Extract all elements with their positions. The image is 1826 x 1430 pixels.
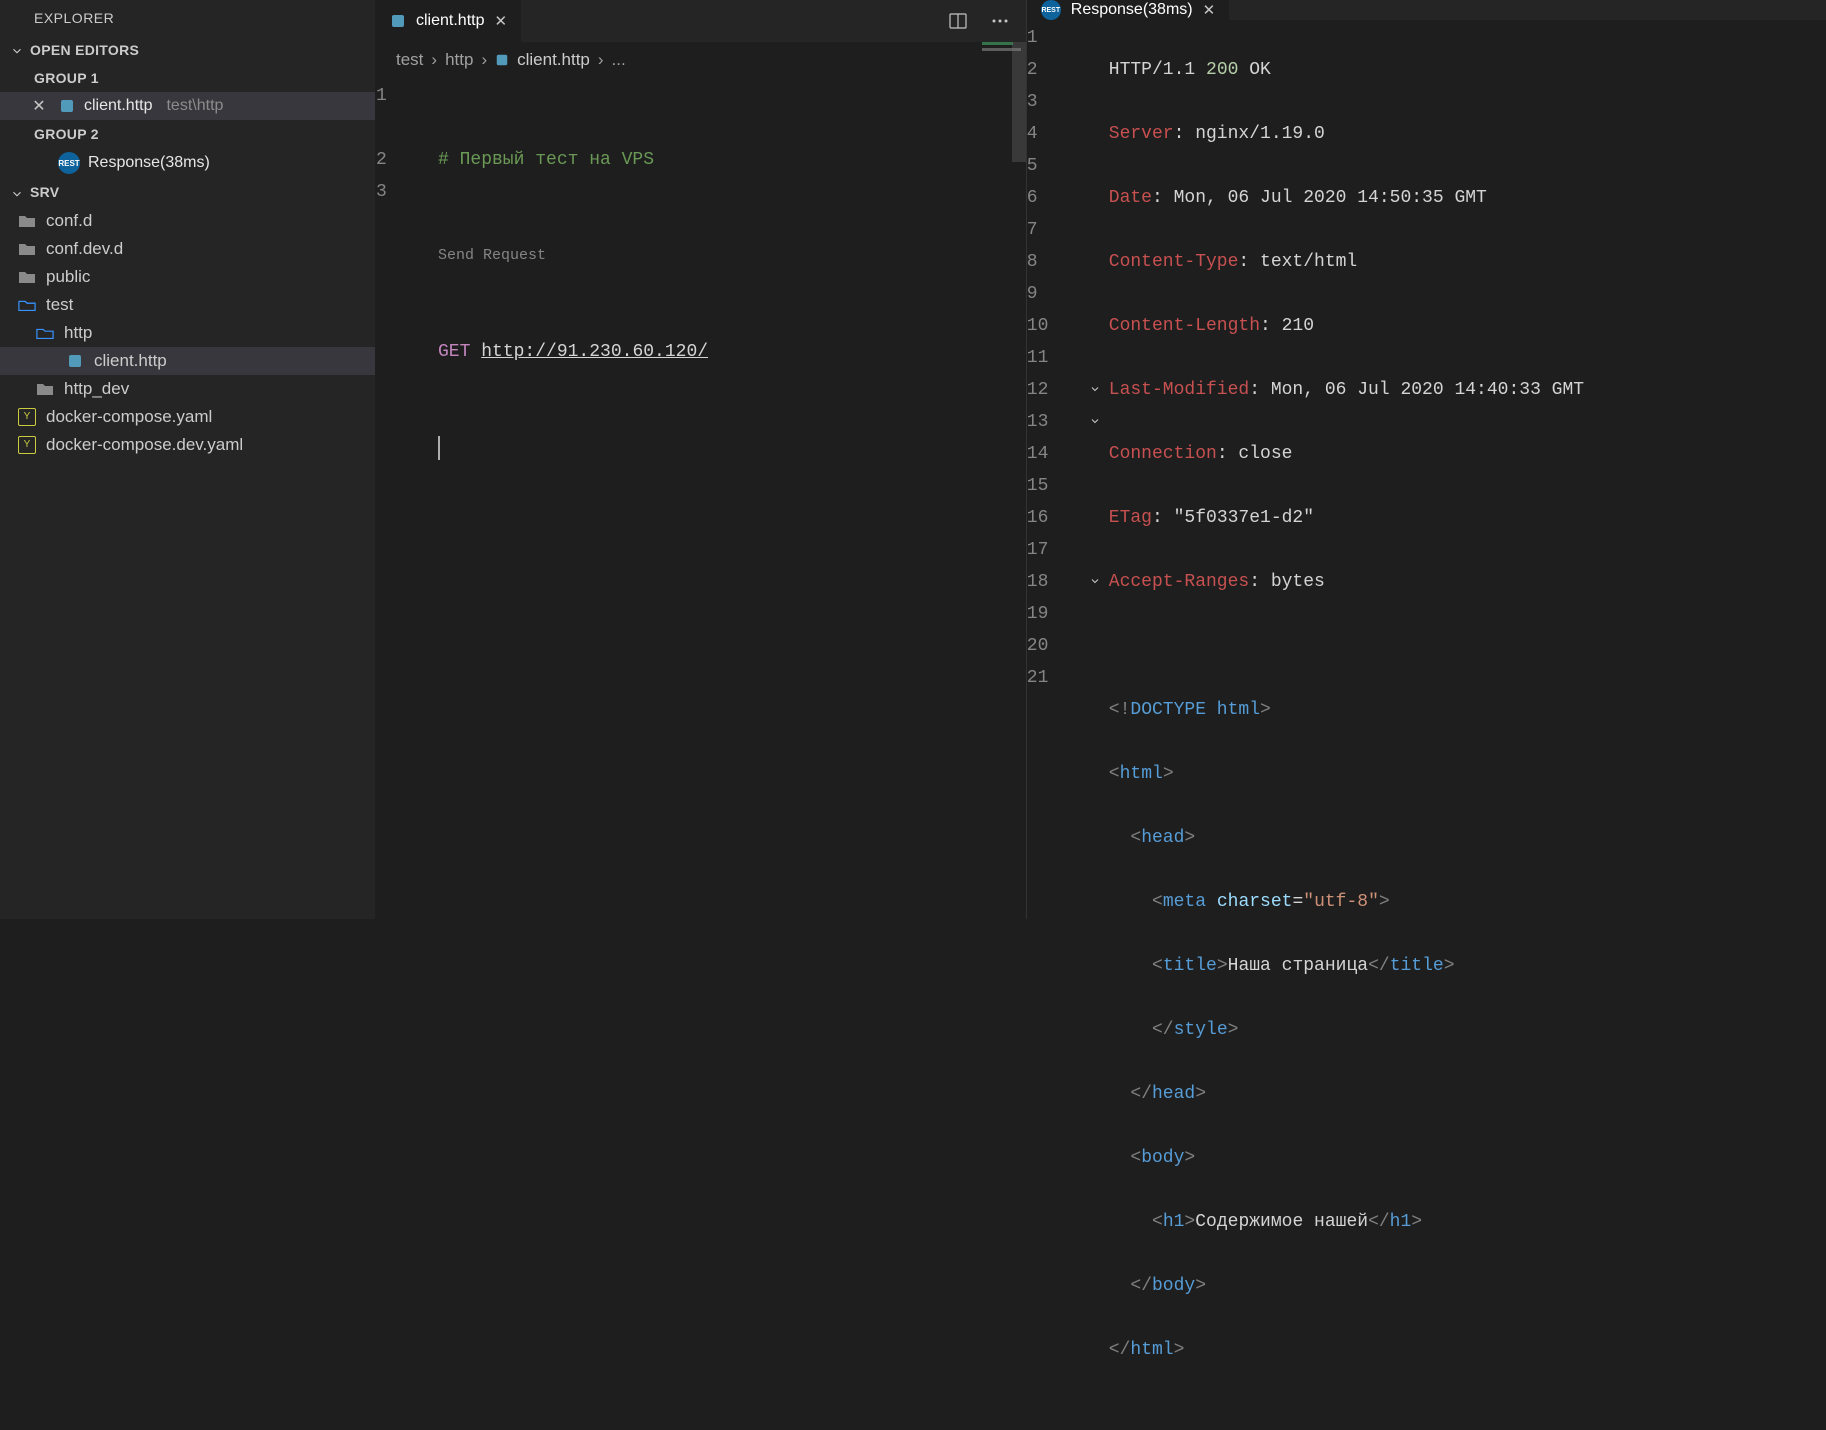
folder-open-icon [18,296,36,314]
breadcrumb[interactable]: test › http › client.http › ... [376,42,1026,78]
explorer-title: EXPLORER [0,0,375,32]
tree-file-client-http[interactable]: client.http [0,347,375,375]
chevron-right-icon: › [431,50,437,70]
explorer-sidebar: EXPLORER OPEN EDITORS GROUP 1 ✕ client.h… [0,0,376,919]
yaml-file-icon: Y [18,408,36,426]
open-editor-client-http[interactable]: ✕ client.http test\http [0,92,375,120]
tree-folder-test[interactable]: test [0,291,375,319]
breadcrumb-segment[interactable]: http [445,50,473,70]
open-editor-response[interactable]: REST Response(38ms) [0,148,375,178]
editor-pane-left: client.http ✕ test › http › client.http … [376,0,1027,919]
code-comment: # Первый тест на VPS [438,144,654,176]
breadcrumb-segment[interactable]: client.http [517,50,590,70]
code-editor-left[interactable]: 1 2 3 # Первый тест на VPS Send Request … [376,78,1026,919]
http-method: GET [438,336,470,368]
http-file-icon [66,352,84,370]
tab-client-http[interactable]: client.http ✕ [376,0,522,42]
scrollbar[interactable] [1012,42,1026,162]
fold-chevron-icon[interactable] [1089,566,1101,598]
fold-chevron-icon[interactable] [1089,406,1101,438]
response-body: HTTP/1.1 200 OK Server: nginx/1.19.0 Dat… [1109,20,1826,1430]
tab-label: Response(38ms) [1071,1,1193,19]
folder-icon [18,268,36,286]
tree-folder-public[interactable]: public [0,263,375,291]
tab-bar-left: client.http ✕ [376,0,1026,42]
folder-icon [18,240,36,258]
srv-label: SRV [30,184,59,200]
tab-bar-right: REST Response(38ms) ✕ [1027,0,1826,20]
open-editors-header[interactable]: OPEN EDITORS [0,36,375,64]
close-icon-placeholder [28,154,50,172]
folder-icon [18,212,36,230]
rest-icon: REST [1041,0,1061,20]
text-cursor [438,436,440,460]
open-editor-filename: client.http [84,97,152,115]
http-file-icon [58,97,76,115]
folder-open-icon [36,324,54,342]
line-number-gutter: 1 2 3 4 5 6 7 8 9 10 11 12 13 14 15 16 1 [1027,20,1089,1430]
breadcrumb-overflow[interactable]: ... [612,50,626,70]
rest-icon: REST [58,152,80,174]
editor-group-1-label: GROUP 1 [0,64,375,92]
yaml-file-icon: Y [18,436,36,454]
more-actions-icon[interactable] [990,11,1010,31]
close-icon[interactable]: ✕ [494,12,507,30]
srv-header[interactable]: SRV [0,178,375,206]
tree-file-docker-compose[interactable]: Y docker-compose.yaml [0,403,375,431]
http-file-icon [495,53,509,67]
fold-chevron-icon[interactable] [1089,374,1101,406]
folder-icon [36,380,54,398]
open-editor-filepath: test\http [166,97,223,115]
tree-folder-httpdev[interactable]: http_dev [0,375,375,403]
breadcrumb-segment[interactable]: test [396,50,423,70]
http-file-icon [390,13,406,29]
open-editors-label: OPEN EDITORS [30,42,139,58]
tab-response[interactable]: REST Response(38ms) ✕ [1027,0,1230,20]
open-editor-response-label: Response(38ms) [88,154,210,172]
chevron-down-icon [8,42,26,58]
line-number-gutter: 1 2 3 [376,78,438,919]
close-icon[interactable]: ✕ [1203,1,1216,19]
chevron-right-icon: › [598,50,604,70]
code-editor-right[interactable]: 1 2 3 4 5 6 7 8 9 10 11 12 13 14 15 16 1 [1027,20,1826,1430]
tree-file-docker-compose-dev[interactable]: Y docker-compose.dev.yaml [0,431,375,459]
http-url: http://91.230.60.120/ [481,336,708,368]
close-icon[interactable]: ✕ [28,96,50,116]
editor-pane-right: REST Response(38ms) ✕ 1 2 3 4 5 6 7 8 9 [1027,0,1826,919]
chevron-down-icon [8,184,26,200]
editor-group-2-label: GROUP 2 [0,120,375,148]
split-editor-icon[interactable] [948,11,968,31]
chevron-right-icon: › [481,50,487,70]
tree-folder-confdevd[interactable]: conf.dev.d [0,235,375,263]
tab-label: client.http [416,12,484,30]
fold-gutter [1089,20,1109,1430]
codelens-send-request[interactable]: Send Request [438,240,1026,272]
tree-folder-http[interactable]: http [0,319,375,347]
tree-folder-confd[interactable]: conf.d [0,207,375,235]
